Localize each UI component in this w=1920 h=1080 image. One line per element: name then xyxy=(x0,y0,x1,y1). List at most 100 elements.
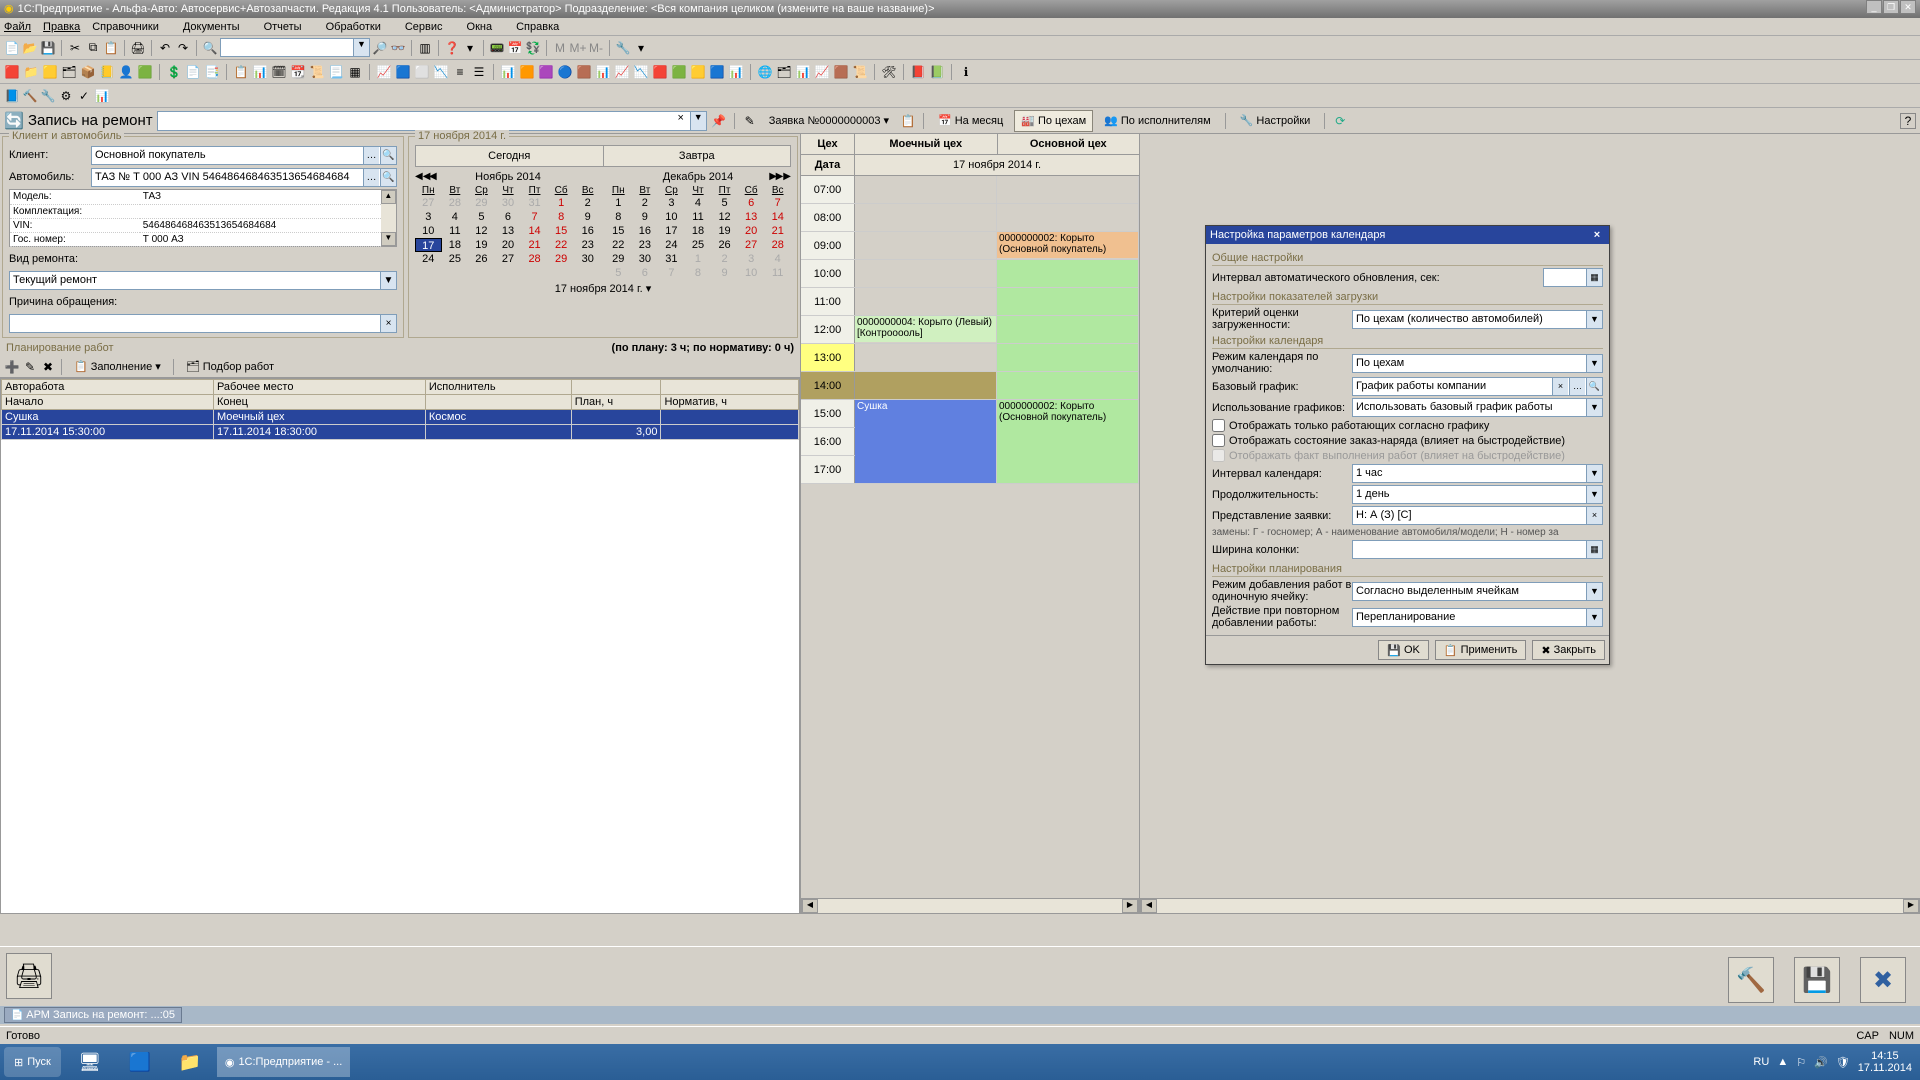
tb2-icon[interactable]: 🟪 xyxy=(538,64,554,80)
calendar-day[interactable]: 19 xyxy=(711,224,738,238)
tray-icon[interactable]: ▲ xyxy=(1777,1056,1788,1068)
save-big-button[interactable]: 💾 xyxy=(1794,957,1840,1003)
sched-col-workshop2[interactable]: Основной цех xyxy=(998,134,1140,154)
tb2-icon[interactable]: 🟥 xyxy=(4,64,20,80)
calendar-day[interactable]: 18 xyxy=(685,224,712,238)
scroll-up-icon[interactable]: ▲ xyxy=(381,190,396,204)
tb2-icon[interactable]: 📊 xyxy=(595,64,611,80)
calendar-day[interactable]: 6 xyxy=(738,196,765,210)
tb2-icon[interactable]: 🟫 xyxy=(576,64,592,80)
calendar-day[interactable]: 27 xyxy=(738,238,765,252)
scroll-right-icon[interactable]: ▶ xyxy=(1903,899,1919,913)
calendar-day[interactable]: 21 xyxy=(764,224,791,238)
doc-label[interactable]: Заявка №0000000003 ▾ xyxy=(762,110,896,132)
tb2-icon[interactable]: 📁 xyxy=(23,64,39,80)
menu-help[interactable]: Справка xyxy=(516,21,571,33)
tb2-icon[interactable]: 📜 xyxy=(309,64,325,80)
mode-workshops[interactable]: 🏭 По цехам xyxy=(1014,110,1093,132)
repr-input[interactable]: Н: А (З) [С]× xyxy=(1352,506,1603,525)
calendar-day[interactable]: 22 xyxy=(605,238,632,252)
ok-button[interactable]: 💾 OK xyxy=(1378,640,1429,660)
schedule-cell[interactable]: 0000000002: Корыто (Основной покупатель) xyxy=(997,400,1139,427)
schedule-cell[interactable]: 0000000004: Корыто (Левый) [Контрооооль] xyxy=(855,316,997,343)
calendar-day[interactable]: 5 xyxy=(711,196,738,210)
dropdown-icon[interactable]: ▼ xyxy=(1586,486,1602,503)
scroll-down-icon[interactable]: ▼ xyxy=(381,232,396,246)
calendar-day[interactable]: 5 xyxy=(468,210,495,224)
tb2-icon[interactable]: 📈 xyxy=(376,64,392,80)
m-minus-icon[interactable]: M- xyxy=(588,40,604,56)
calendar-day[interactable]: 7 xyxy=(764,196,791,210)
edit-icon[interactable]: ✎ xyxy=(742,113,758,129)
calendar-day[interactable]: 2 xyxy=(574,196,601,210)
schedule-cell[interactable] xyxy=(855,260,997,287)
calendar-day[interactable]: 6 xyxy=(632,266,659,280)
calendar-day[interactable]: 2 xyxy=(711,252,738,266)
tb2-icon[interactable]: ☰ xyxy=(471,64,487,80)
schedule-cell[interactable] xyxy=(997,316,1139,343)
schedule-cell[interactable] xyxy=(855,288,997,315)
calendar-day[interactable]: 15 xyxy=(605,224,632,238)
client-input[interactable]: Основной покупатель…🔍 xyxy=(91,146,397,165)
calendar-day[interactable]: 25 xyxy=(442,252,469,266)
edit-icon[interactable]: ✎ xyxy=(22,359,38,375)
readd-select[interactable]: Перепланирование▼ xyxy=(1352,608,1603,627)
drop2-icon[interactable]: ▾ xyxy=(633,40,649,56)
calendar-day[interactable]: 30 xyxy=(574,252,601,266)
ellipsis-icon[interactable]: … xyxy=(363,169,379,186)
tb3-icon[interactable]: 📊 xyxy=(94,88,110,104)
lang-indicator[interactable]: RU xyxy=(1753,1056,1769,1068)
calendar-icon[interactable]: 📅 xyxy=(507,40,523,56)
dropdown-icon[interactable]: ▼ xyxy=(1586,583,1602,600)
calendar-day[interactable]: 12 xyxy=(711,210,738,224)
auto-input[interactable]: ТАЗ № Т 000 АЗ VIN 546486468463513654684… xyxy=(91,168,397,187)
spinner-icon[interactable]: ▦ xyxy=(1586,269,1602,286)
sched-hscroll[interactable]: ◀▶ xyxy=(801,898,1139,914)
calendar-day[interactable]: 11 xyxy=(764,266,791,280)
tb2-icon[interactable]: 🟦 xyxy=(709,64,725,80)
schedule-cell[interactable]: Сушка xyxy=(855,400,997,427)
table-row[interactable]: 17.11.2014 15:30:0017.11.2014 18:30:003,… xyxy=(2,425,799,440)
tb3-icon[interactable]: 🔧 xyxy=(40,88,56,104)
next-year-icon[interactable]: ▶▶ xyxy=(776,171,791,182)
window-tab[interactable]: 📄 АРМ Запись на ремонт: ...:05 xyxy=(4,1007,182,1023)
schedule-cell[interactable] xyxy=(997,428,1139,455)
tb2-icon[interactable]: 🟫 xyxy=(833,64,849,80)
calendar-day[interactable]: 3 xyxy=(415,210,442,224)
lookup-icon[interactable]: 🔍 xyxy=(380,147,396,164)
calendar-day[interactable]: 16 xyxy=(632,224,659,238)
today-button[interactable]: Сегодня xyxy=(416,146,604,166)
taskbar-icon[interactable]: 🖥 xyxy=(67,1047,113,1077)
calendar-day[interactable]: 30 xyxy=(495,196,522,210)
tb2-icon[interactable]: 🛠 xyxy=(881,64,897,80)
calendar-day[interactable]: 9 xyxy=(632,210,659,224)
tb2-icon[interactable]: 📈 xyxy=(614,64,630,80)
tb2-icon[interactable]: 🌐 xyxy=(757,64,773,80)
mode-select[interactable]: По цехам▼ xyxy=(1352,354,1603,373)
tray-icon[interactable]: ⚐ xyxy=(1796,1056,1806,1069)
clear-icon[interactable]: × xyxy=(380,315,396,332)
calendar-day[interactable]: 8 xyxy=(548,210,575,224)
colw-input[interactable]: 20▦ xyxy=(1352,540,1603,559)
window-icon[interactable]: ▥ xyxy=(417,40,433,56)
calendar-day[interactable]: 10 xyxy=(658,210,685,224)
calendar-day[interactable]: 13 xyxy=(738,210,765,224)
tb2-icon[interactable]: 📗 xyxy=(929,64,945,80)
dropdown-icon[interactable]: ▼ xyxy=(1586,609,1602,626)
close-button[interactable]: ✖ Закрыть xyxy=(1532,640,1605,660)
calendar-day[interactable]: 28 xyxy=(442,196,469,210)
calendar-day[interactable]: 1 xyxy=(685,252,712,266)
tb2-icon[interactable]: 📊 xyxy=(252,64,268,80)
combo-dropdown-icon[interactable]: ▼ xyxy=(690,112,706,130)
pick-button[interactable]: 🗂 Подбор работ xyxy=(179,356,281,378)
calendar-day[interactable]: 27 xyxy=(495,252,522,266)
calendar-day[interactable]: 3 xyxy=(658,196,685,210)
calendar-day[interactable]: 18 xyxy=(442,238,469,252)
fill-button[interactable]: 📋 Заполнение ▾ xyxy=(67,356,168,378)
calendar-day[interactable]: 9 xyxy=(574,210,601,224)
ellipsis-icon[interactable]: … xyxy=(1569,378,1585,395)
tb2-icon[interactable]: 📦 xyxy=(80,64,96,80)
calendar-day[interactable]: 27 xyxy=(415,196,442,210)
close-button[interactable]: ✕ xyxy=(1900,0,1916,14)
binoculars-icon[interactable]: 👓 xyxy=(390,40,406,56)
